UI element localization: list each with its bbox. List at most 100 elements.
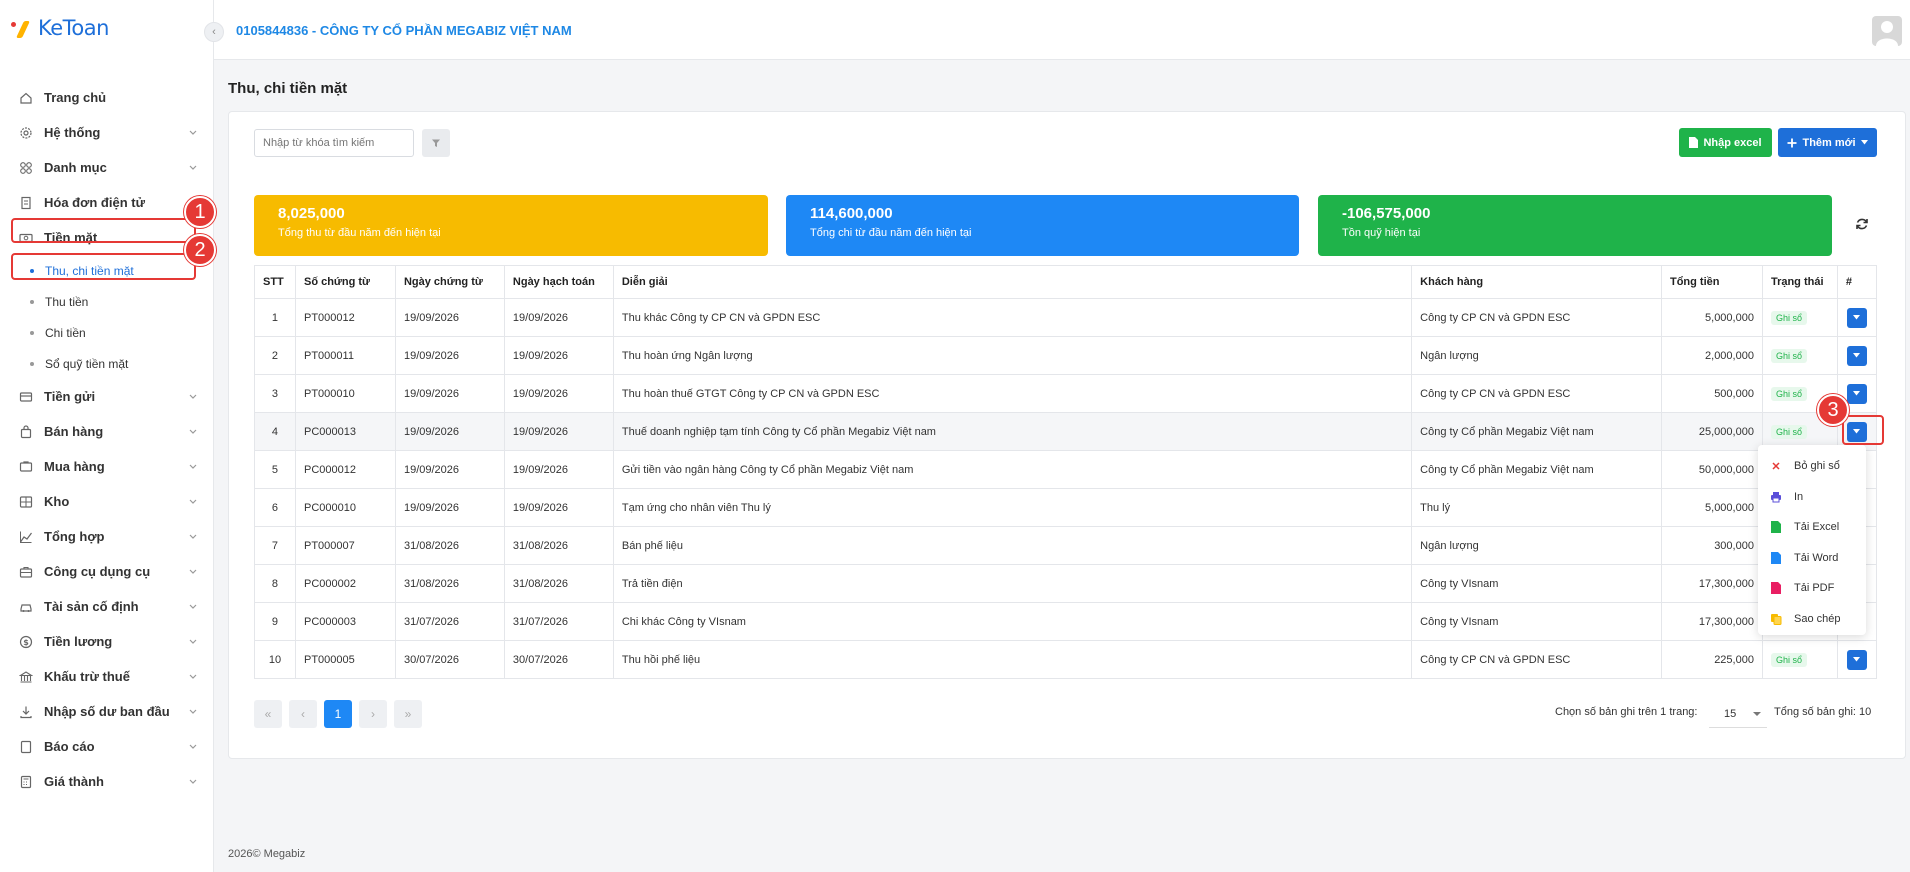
row-action-button[interactable]: [1846, 307, 1867, 328]
sidebar-item-ban-hang[interactable]: Bán hàng: [10, 414, 200, 449]
sidebar-item-trang-chu[interactable]: Trang chủ: [10, 80, 200, 115]
sidebar-item-danh-muc[interactable]: Danh mục: [10, 150, 200, 185]
sidebar-item-tien-gui[interactable]: Tiền gửi: [10, 379, 200, 414]
sidebar-item-tong-hop[interactable]: Tổng hợp: [10, 519, 200, 554]
sidebar-item-label: Tiền lương: [44, 634, 113, 649]
table-row[interactable]: 9 PC000003 31/07/2026 31/07/2026 Chi khác Cô…: [254, 602, 1878, 641]
avatar[interactable]: [1872, 16, 1902, 46]
menu-item-tai-pdf[interactable]: Tải PDF: [1758, 573, 1866, 604]
cell-voucher-link[interactable]: PT000012: [294, 298, 396, 337]
chevron-down-icon: [189, 130, 197, 135]
sidebar-collapse-button[interactable]: ‹: [204, 22, 224, 42]
sidebar-item-tien-luong[interactable]: $ Tiền lương: [10, 624, 200, 659]
sidebar-item-cong-cu[interactable]: Công cụ dụng cụ: [10, 554, 200, 589]
cell-voucher-link[interactable]: PT000010: [294, 374, 396, 413]
column-header-tong-tien[interactable]: Tổng tiền: [1660, 265, 1763, 299]
search-input[interactable]: [254, 129, 414, 157]
last-page-button[interactable]: »: [394, 700, 422, 728]
filter-icon: [432, 139, 440, 147]
excel-file-icon: [1689, 137, 1699, 148]
cell-voucher-link[interactable]: PT000005: [294, 640, 396, 679]
column-header-so-chung-tu[interactable]: Số chứng từ: [294, 265, 396, 299]
table-row[interactable]: 8 PC000002 31/08/2026 31/08/2026 Trả tiền đi…: [254, 564, 1878, 603]
column-header-dien-giai[interactable]: Diễn giải: [612, 265, 1413, 299]
sidebar-item-bao-cao[interactable]: Báo cáo: [10, 729, 200, 764]
cell-voucher-date: 19/09/2026: [394, 412, 505, 451]
sidebar-item-tai-san[interactable]: Tài sản cố định: [10, 589, 200, 624]
sidebar-item-he-thong[interactable]: Hệ thống: [10, 115, 200, 150]
cell-voucher-link[interactable]: PT000011: [294, 336, 396, 375]
cell-voucher-link[interactable]: PC000002: [294, 564, 396, 603]
sidebar-item-label: Hệ thống: [44, 125, 101, 140]
menu-item-label: Tải Word: [1794, 551, 1839, 564]
table-row[interactable]: 2 PT000011 19/09/2026 19/09/2026 Thu hoàn ứn…: [254, 336, 1878, 375]
table-row[interactable]: 5 PC000012 19/09/2026 19/09/2026 Gửi tiền và…: [254, 450, 1878, 489]
cell-amount: 225,000: [1660, 640, 1763, 679]
row-action-button[interactable]: [1846, 383, 1867, 404]
cell-voucher-date: 19/09/2026: [394, 488, 505, 527]
cell-voucher-link[interactable]: PC000003: [294, 602, 396, 641]
sidebar-subitem-so-quy[interactable]: Sổ quỹ tiền mặt: [10, 348, 200, 379]
company-name[interactable]: 0105844836 - CÔNG TY CỔ PHẦN MEGABIZ VIỆ…: [236, 23, 572, 38]
sidebar-item-hoa-don[interactable]: Hóa đơn điện tử: [10, 185, 200, 220]
highlight-box-thu-chi: [11, 253, 196, 280]
sidebar-item-khau-tru-thue[interactable]: Khấu trừ thuế: [10, 659, 200, 694]
cell-voucher-link[interactable]: PT000007: [294, 526, 396, 565]
sidebar-item-kho[interactable]: Kho: [10, 484, 200, 519]
table-row[interactable]: 1 PT000012 19/09/2026 19/09/2026 Thu khác Cô…: [254, 298, 1878, 337]
row-action-button[interactable]: [1846, 345, 1867, 366]
sidebar-subitem-thu-tien[interactable]: Thu tiền: [10, 286, 200, 317]
cell-customer: Công ty Cổ phần Megabiz Việt nam: [1411, 450, 1662, 489]
sidebar-item-mua-hang[interactable]: Mua hàng: [10, 449, 200, 484]
filter-button[interactable]: [422, 129, 450, 157]
logo-text: KeToan: [38, 16, 109, 40]
footer-year: 2026: [228, 848, 253, 860]
prev-page-button[interactable]: ‹: [289, 700, 317, 728]
table-row[interactable]: 6 PC000010 19/09/2026 19/09/2026 Tạm ứng cho…: [254, 488, 1878, 527]
sidebar-item-nhap-so-du[interactable]: Nhập số dư ban đầu: [10, 694, 200, 729]
table-row[interactable]: 7 PT000007 31/08/2026 31/08/2026 Bán phế liệ…: [254, 526, 1878, 565]
status-badge: Ghi sổ: [1770, 652, 1807, 667]
cell-voucher-link[interactable]: PC000012: [294, 450, 396, 489]
first-page-button[interactable]: «: [254, 700, 282, 728]
refresh-button[interactable]: [1848, 210, 1876, 238]
bullet-icon: [30, 330, 34, 335]
sidebar-item-label: Công cụ dụng cụ: [44, 564, 151, 579]
cell-description: Gửi tiền vào ngân hàng Công ty Cổ phần M…: [612, 450, 1413, 489]
table-row[interactable]: 10 PT000005 30/07/2026 30/07/2026 Thu hồi ph…: [254, 640, 1878, 679]
menu-item-sao-chep[interactable]: Sao chép: [1758, 604, 1866, 635]
page-size-select[interactable]: 15: [1709, 700, 1767, 728]
menu-item-tai-word[interactable]: Tải Word: [1758, 543, 1866, 574]
highlight-box-row-action: [1842, 415, 1884, 445]
page-button-current[interactable]: 1: [324, 700, 352, 728]
logo-icon: [10, 18, 32, 38]
import-excel-label: Nhập excel: [1703, 136, 1762, 149]
cell-voucher-link[interactable]: PC000013: [294, 412, 396, 451]
table-row[interactable]: 4 PC000013 19/09/2026 19/09/2026 Thuế doanh …: [254, 412, 1878, 451]
sidebar-subitem-chi-tien[interactable]: Chi tiền: [10, 317, 200, 348]
table-row[interactable]: 3 PT000010 19/09/2026 19/09/2026 Thu hoàn th…: [254, 374, 1878, 413]
column-header-stt[interactable]: STT: [254, 265, 296, 299]
column-header-trang-thai[interactable]: Trạng thái: [1761, 265, 1838, 299]
menu-item-tai-excel[interactable]: Tải Excel: [1758, 512, 1866, 543]
sidebar-item-gia-thanh[interactable]: Giá thành: [10, 764, 200, 799]
cell-amount: 5,000,000: [1660, 488, 1763, 527]
column-header-ngay-chung-tu[interactable]: Ngày chứng từ: [394, 265, 505, 299]
import-excel-button[interactable]: Nhập excel: [1679, 128, 1772, 157]
chevron-down-icon: [189, 779, 197, 784]
menu-item-bo-ghi-so[interactable]: Bỏ ghi sổ: [1758, 451, 1866, 482]
column-header-khach-hang[interactable]: Khách hàng: [1411, 265, 1662, 299]
cell-stt: 1: [254, 298, 296, 337]
close-icon: [1770, 460, 1782, 472]
menu-item-in[interactable]: In: [1758, 482, 1866, 513]
cell-voucher-link[interactable]: PC000010: [294, 488, 396, 527]
double-chevron-left-icon: «: [264, 707, 272, 721]
excel-icon: [1770, 521, 1782, 534]
row-action-button[interactable]: [1846, 649, 1867, 670]
cell-posting-date: 19/09/2026: [503, 412, 614, 451]
app-logo[interactable]: KeToan: [10, 16, 109, 40]
add-new-button[interactable]: Thêm mới: [1778, 128, 1877, 157]
column-header-ngay-hach-toan[interactable]: Ngày hạch toán: [503, 265, 614, 299]
next-page-button[interactable]: ›: [359, 700, 387, 728]
cell-customer: Công ty VIsnam: [1411, 564, 1662, 603]
